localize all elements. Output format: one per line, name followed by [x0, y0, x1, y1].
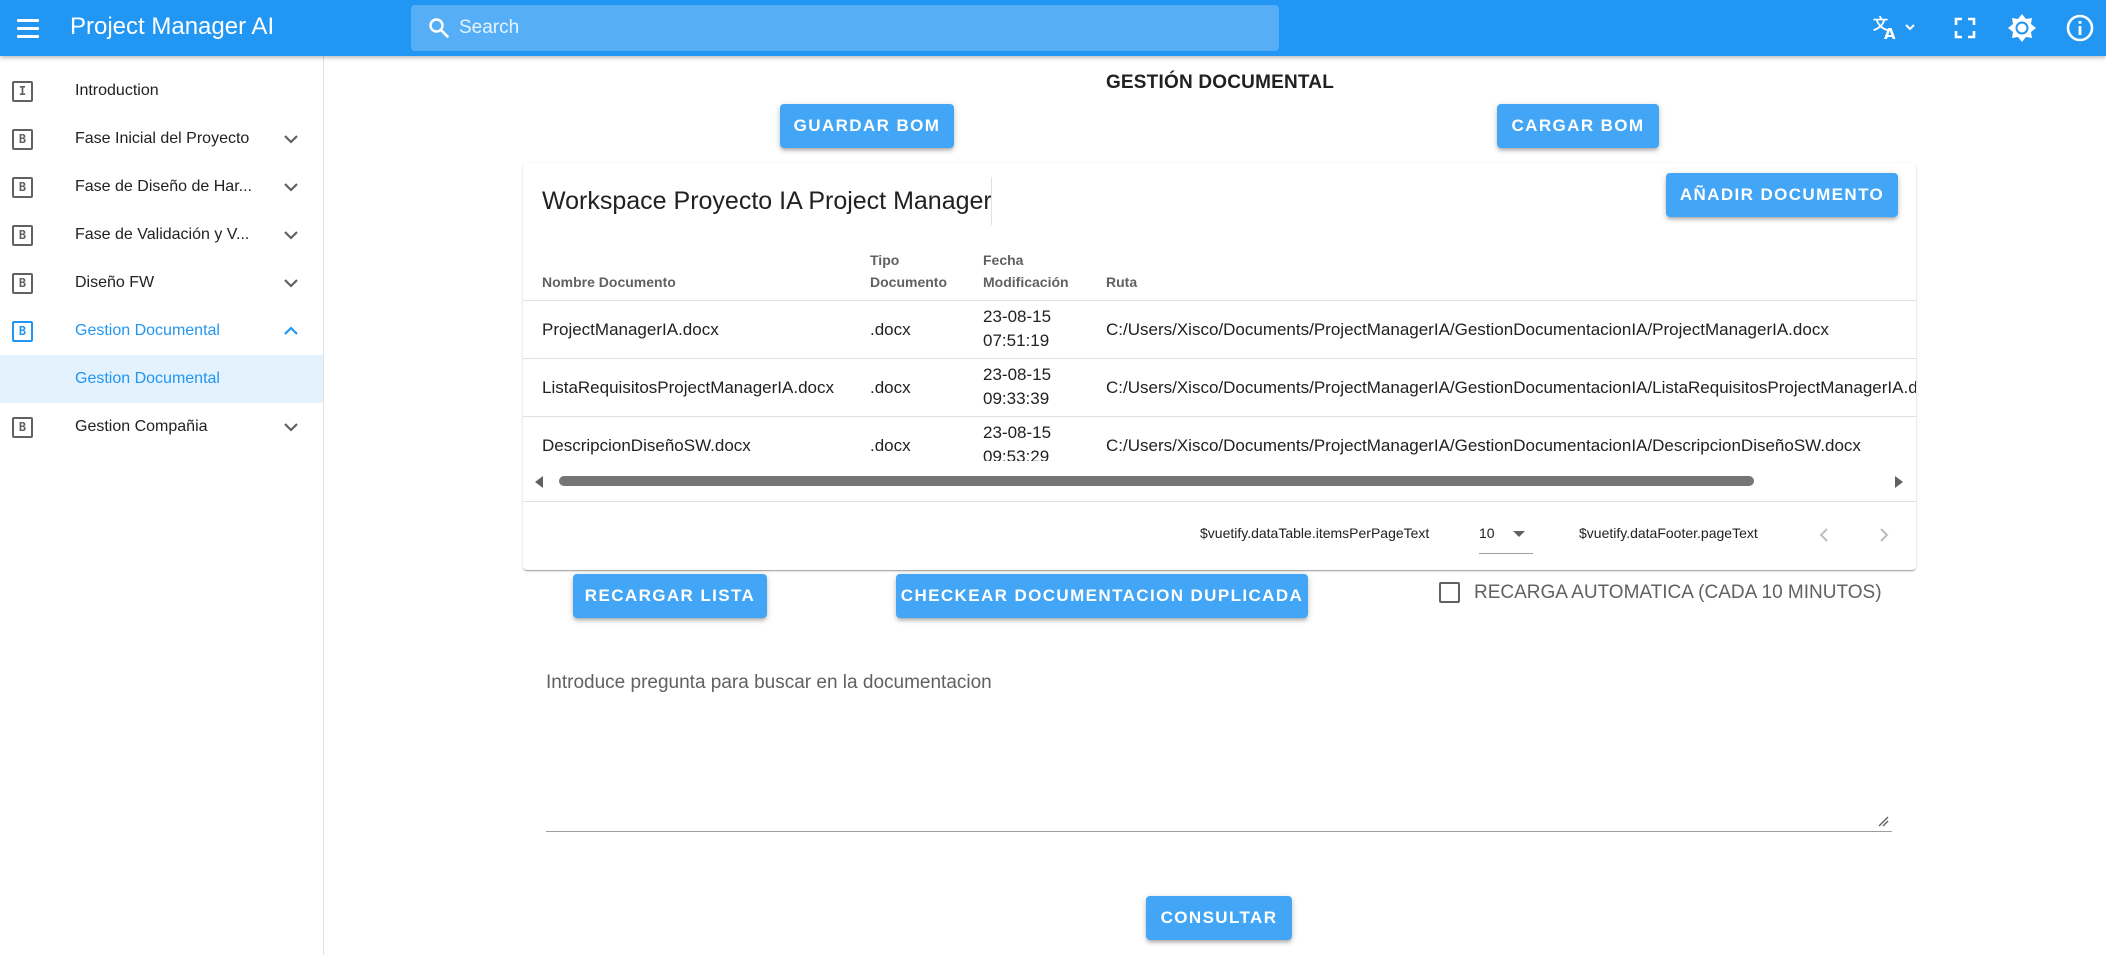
sidebar-item-gestion-compania[interactable]: B Gestion Compañia — [0, 403, 323, 451]
table-row[interactable]: ListaRequisitosProjectManagerIA.docx .do… — [523, 358, 1916, 416]
resize-handle-icon[interactable] — [1877, 815, 1889, 827]
table-footer: $vuetify.dataTable.itemsPerPageText 10 $… — [523, 501, 1916, 570]
sidebar-item-label: Gestion Documental — [75, 322, 220, 339]
divider — [991, 177, 992, 225]
search-bar[interactable] — [411, 5, 1279, 51]
auto-reload-checkbox[interactable] — [1439, 582, 1460, 603]
page-title: GESTIÓN DOCUMENTAL — [1105, 72, 1335, 93]
cell-type: .docx — [870, 436, 911, 455]
app-title: Project Manager AI — [70, 13, 275, 40]
items-per-page-select[interactable]: 10 — [1479, 516, 1533, 554]
save-bom-button[interactable]: GUARDAR BOM — [780, 104, 954, 148]
book-icon: B — [12, 129, 33, 150]
brightness-icon[interactable] — [2004, 10, 2040, 46]
sidebar-item-diseno-fw[interactable]: B Diseño FW — [0, 259, 323, 307]
table-row[interactable]: ProjectManagerIA.docx .docx 23-08-15 07:… — [523, 300, 1916, 358]
cell-date-day: 23-08-15 — [983, 423, 1052, 442]
cell-date-time: 07:51:19 — [983, 331, 1050, 350]
load-bom-button[interactable]: CARGAR BOM — [1497, 104, 1659, 148]
cell-date-day: 23-08-15 — [983, 365, 1052, 384]
translate-icon[interactable]: 文 A — [1872, 10, 1918, 46]
table-row[interactable]: DescripcionDiseñoSW.docx .docx 23-08-15 … — [523, 416, 1916, 461]
cell-date: 23-08-15 09:53:29 — [983, 421, 1051, 461]
cell-date: 23-08-15 09:33:39 — [983, 363, 1051, 411]
auto-reload-label: RECARGA AUTOMATICA (CADA 10 MINUTOS) — [1474, 582, 1882, 603]
cell-name: ListaRequisitosProjectManagerIA.docx — [542, 378, 834, 397]
cell-path: C:/Users/Xisco/Documents/ProjectManagerI… — [1106, 436, 1861, 455]
documents-card: Workspace Proyecto IA Project Manager AÑ… — [523, 163, 1916, 570]
sidebar-item-label: Fase Inicial del Proyecto — [75, 130, 250, 147]
column-header-date[interactable]: Fecha Modificación — [983, 249, 1069, 293]
items-per-page-value: 10 — [1479, 525, 1495, 541]
page-text: $vuetify.dataFooter.pageText — [1579, 525, 1758, 541]
cell-date-time: 09:33:39 — [983, 389, 1050, 408]
add-document-button[interactable]: AÑADIR DOCUMENTO — [1666, 173, 1898, 217]
search-icon — [429, 18, 449, 38]
search-input[interactable] — [459, 5, 1259, 51]
column-header-date-line2: Modificación — [983, 274, 1069, 290]
sidebar-subitem-gestion-documental[interactable]: Gestion Documental — [0, 355, 323, 403]
cell-date: 23-08-15 07:51:19 — [983, 305, 1051, 353]
book-icon: B — [12, 273, 33, 294]
sidebar-subitem-label: Gestion Documental — [75, 370, 220, 387]
cell-type: .docx — [870, 378, 911, 397]
workspace-title: Workspace Proyecto IA Project Manager — [542, 187, 992, 215]
column-header-name[interactable]: Nombre Documento — [542, 271, 676, 293]
documents-table: Nombre Documento Tipo Documento Fecha Mo… — [523, 235, 1916, 461]
next-page-icon[interactable] — [1872, 523, 1896, 547]
column-header-type-line1: Tipo — [870, 252, 900, 268]
app-bar: Project Manager AI 文 A — [0, 0, 2106, 56]
cell-path: C:/Users/Xisco/Documents/ProjectManagerI… — [1106, 378, 1916, 397]
book-icon: B — [12, 417, 33, 438]
chevron-down-icon — [284, 231, 298, 240]
fullscreen-icon[interactable] — [1947, 10, 1983, 46]
scroll-right-icon[interactable] — [1895, 476, 1903, 488]
sidebar-item-label: Introduction — [75, 82, 159, 99]
reload-list-button[interactable]: RECARGAR LISTA — [573, 574, 767, 618]
sidebar-item-label: Gestion Compañia — [75, 418, 208, 435]
question-textarea[interactable] — [546, 664, 1892, 832]
book-icon: I — [12, 81, 33, 102]
column-header-path[interactable]: Ruta — [1106, 271, 1137, 293]
chevron-down-icon — [284, 423, 298, 432]
sidebar: I Introduction B Fase Inicial del Proyec… — [0, 56, 324, 955]
chevron-down-icon — [284, 135, 298, 144]
consult-button[interactable]: CONSULTAR — [1146, 896, 1292, 940]
sidebar-item-fase-validacion[interactable]: B Fase de Validación y V... — [0, 211, 323, 259]
scroll-left-icon[interactable] — [535, 476, 543, 488]
items-per-page-text: $vuetify.dataTable.itemsPerPageText — [1200, 525, 1430, 541]
info-icon[interactable] — [2062, 10, 2098, 46]
cell-date-time: 09:53:29 — [983, 447, 1050, 461]
book-icon: B — [12, 225, 33, 246]
cell-path: C:/Users/Xisco/Documents/ProjectManagerI… — [1106, 320, 1829, 339]
sidebar-item-label: Fase de Validación y V... — [75, 226, 250, 243]
sidebar-item-introduction[interactable]: I Introduction — [0, 67, 323, 115]
cell-date-day: 23-08-15 — [983, 307, 1052, 326]
chevron-down-icon — [284, 279, 298, 288]
dropdown-arrow-icon — [1513, 531, 1525, 537]
chevron-up-icon — [284, 326, 298, 335]
cell-type: .docx — [870, 320, 911, 339]
sidebar-item-label: Diseño FW — [75, 274, 155, 291]
check-duplicates-button[interactable]: CHECKEAR DOCUMENTACION DUPLICADA — [896, 574, 1308, 618]
menu-icon[interactable] — [8, 8, 48, 48]
book-icon: B — [12, 177, 33, 198]
sidebar-item-label: Fase de Diseño de Har... — [75, 178, 252, 195]
column-header-type[interactable]: Tipo Documento — [870, 249, 947, 293]
svg-text:A: A — [1884, 25, 1896, 43]
cell-name: DescripcionDiseñoSW.docx — [542, 436, 751, 455]
sidebar-item-gestion-documental[interactable]: B Gestion Documental — [0, 307, 323, 355]
book-icon: B — [12, 321, 33, 342]
sidebar-item-fase-diseno-hw[interactable]: B Fase de Diseño de Har... — [0, 163, 323, 211]
sidebar-item-fase-inicial[interactable]: B Fase Inicial del Proyecto — [0, 115, 323, 163]
cell-name: ProjectManagerIA.docx — [542, 320, 719, 339]
column-header-date-line1: Fecha — [983, 252, 1024, 268]
column-header-type-line2: Documento — [870, 274, 947, 290]
chevron-down-icon — [284, 183, 298, 192]
scrollbar-thumb[interactable] — [559, 476, 1754, 486]
previous-page-icon[interactable] — [1812, 523, 1836, 547]
horizontal-scrollbar[interactable] — [523, 472, 1916, 488]
